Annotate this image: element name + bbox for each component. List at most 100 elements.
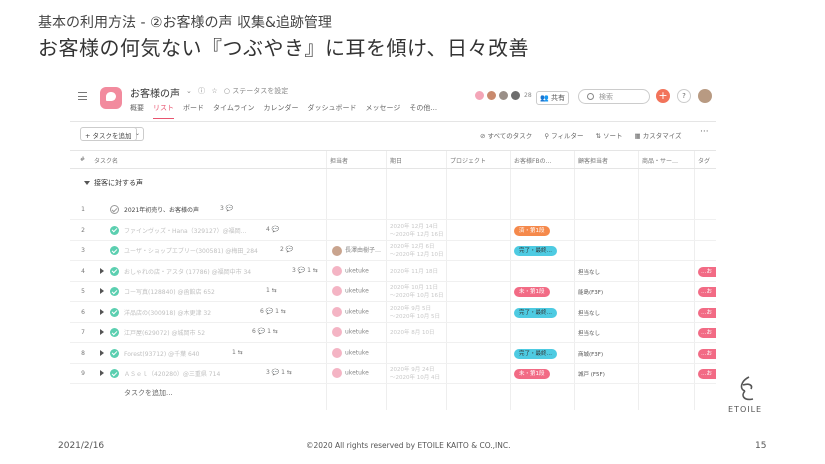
expand-subtasks-icon[interactable] bbox=[100, 329, 104, 335]
tab-timeline[interactable]: タイムライン bbox=[213, 103, 255, 119]
task-name[interactable]: ユーザ・ショップエブリー(300581) @梅田_284 bbox=[124, 246, 258, 255]
user-avatar[interactable] bbox=[698, 89, 712, 103]
due-date-cell[interactable]: 2020年 12月 6日 ～2020年 12月 10日 bbox=[390, 243, 444, 259]
feedback-status-badge[interactable]: 完了・最終… bbox=[514, 348, 558, 359]
due-date-cell[interactable]: 2020年 10月 11日 ～2020年 10月 16日 bbox=[390, 284, 444, 300]
col-product[interactable]: 商品・サー… bbox=[642, 156, 678, 165]
menu-icon[interactable] bbox=[78, 92, 87, 100]
tab-overview[interactable]: 概要 bbox=[130, 103, 144, 119]
expand-subtasks-icon[interactable] bbox=[100, 267, 104, 274]
due-date-cell[interactable]: 2020年 9月 24日 ～2020年 10月 4日 bbox=[390, 366, 440, 382]
due-date-cell[interactable]: 2020年 9月 5日 ～2020年 10月 5日 bbox=[390, 305, 440, 321]
cs-owner-cell[interactable]: 担当なし bbox=[578, 268, 600, 276]
tag-badge[interactable]: …お bbox=[698, 348, 716, 359]
tag-badge[interactable]: …お bbox=[698, 307, 716, 318]
feedback-status-badge[interactable]: 完了・最終… bbox=[514, 307, 558, 318]
all-tasks-filter[interactable]: ⊘ すべてのタスク bbox=[480, 130, 532, 140]
task-name[interactable]: ＡＳｅｌ（420280）@三重県 714 bbox=[124, 369, 220, 378]
tag-badge[interactable]: …お bbox=[698, 287, 716, 297]
customize-button[interactable]: ▦ カスタマイズ bbox=[635, 130, 682, 140]
cs-owner-cell[interactable]: 能島(F3F) bbox=[578, 288, 603, 296]
complete-checkbox-icon[interactable] bbox=[110, 307, 119, 317]
complete-checkbox-icon[interactable] bbox=[110, 369, 119, 378]
table-row[interactable]: 8 Forest(93712) @千葉 640 1 ⇆ uketuke 完了・最終… 商城… bbox=[70, 344, 716, 364]
add-task-dropdown[interactable]: ⌄ bbox=[132, 127, 144, 141]
assignee-cell[interactable]: uketuke bbox=[332, 306, 369, 317]
share-button[interactable]: 👥 共有 bbox=[536, 91, 569, 105]
task-name[interactable]: おしゃれの店・アスタ (17786) @福岡中市 34 bbox=[124, 267, 251, 276]
col-project[interactable]: プロジェクト bbox=[450, 156, 486, 165]
search-input[interactable]: 検索 bbox=[578, 89, 650, 104]
col-cs-owner[interactable]: 顧客担当者 bbox=[578, 156, 608, 165]
assignee-cell[interactable]: uketuke bbox=[332, 286, 369, 296]
add-task-button[interactable]: + タスクを追加 bbox=[80, 127, 137, 141]
help-button[interactable]: ? bbox=[677, 89, 691, 103]
feedback-status-badge[interactable]: 完了・最終… bbox=[514, 246, 558, 256]
due-date-cell[interactable]: 2020年 11月 18日 bbox=[390, 268, 438, 276]
feedback-status-badge[interactable]: 済・第1段 bbox=[514, 225, 550, 236]
table-row[interactable]: 7 江戸屋(629072) @城岡市 52 6 💬 1 ⇆ uketuke 2020年 … bbox=[70, 323, 716, 343]
collapse-icon[interactable] bbox=[84, 181, 90, 185]
tab-more[interactable]: その他... bbox=[409, 103, 437, 119]
feedback-status-badge[interactable]: 未・第1段 bbox=[514, 369, 550, 379]
cs-owner-cell[interactable]: 商城(F3F) bbox=[578, 350, 603, 358]
tab-dashboard[interactable]: ダッシュボード bbox=[308, 103, 357, 119]
table-row[interactable]: 3 ユーザ・ショップエブリー(300581) @梅田_284 2 💬 長澤由樹子… 20… bbox=[70, 241, 716, 261]
table-row[interactable]: 2 ファインヴッズ・Hana（329127）@福岡… 4 💬 2020年 12月 14… bbox=[70, 221, 716, 241]
cs-owner-cell[interactable]: 担当なし bbox=[578, 309, 600, 317]
assignee-cell[interactable]: uketuke bbox=[332, 327, 369, 337]
assignee-cell[interactable]: uketuke bbox=[332, 265, 369, 276]
complete-checkbox-icon[interactable] bbox=[110, 266, 119, 276]
task-name[interactable]: 洋品店の(300918) @木更津 32 bbox=[124, 308, 211, 317]
tag-badge[interactable]: …お bbox=[698, 266, 716, 277]
table-row[interactable]: 4 おしゃれの店・アスタ (17786) @福岡中市 34 3 💬 1 ⇆ uketu… bbox=[70, 262, 716, 282]
expand-subtasks-icon[interactable] bbox=[100, 288, 104, 294]
complete-checkbox-icon[interactable] bbox=[110, 246, 119, 255]
cs-owner-cell[interactable]: 城戸 (F5F) bbox=[578, 370, 605, 378]
tab-board[interactable]: ボード bbox=[183, 103, 204, 119]
table-row[interactable]: 9 ＡＳｅｌ（420280）@三重県 714 3 💬 1 ⇆ uketuke 2020年… bbox=[70, 364, 716, 384]
tag-badge[interactable]: …お bbox=[698, 369, 716, 379]
expand-subtasks-icon[interactable] bbox=[100, 370, 104, 376]
task-name[interactable]: ファインヴッズ・Hana（329127）@福岡… bbox=[124, 226, 247, 235]
task-name[interactable]: Forest(93712) @千葉 640 bbox=[124, 349, 199, 358]
task-name[interactable]: 江戸屋(629072) @城岡市 52 bbox=[124, 328, 205, 337]
tag-badge[interactable]: …お bbox=[698, 328, 716, 338]
expand-subtasks-icon[interactable] bbox=[100, 308, 104, 315]
feedback-status-badge[interactable]: 未・第1段 bbox=[514, 287, 550, 297]
assignee-cell[interactable]: 長澤由樹子… bbox=[332, 245, 381, 256]
tab-calendar[interactable]: カレンダー bbox=[264, 103, 299, 119]
task-name[interactable]: コー写真(128840) @函館店 652 bbox=[124, 287, 215, 296]
tab-list[interactable]: リスト bbox=[153, 103, 174, 119]
star-icon[interactable]: ☆ bbox=[211, 87, 217, 95]
add-task-row[interactable]: タスクを追加... bbox=[124, 388, 173, 398]
due-date-cell[interactable]: 2020年 12月 14日 ～2020年 12月 16日 bbox=[390, 223, 444, 239]
filter-button[interactable]: ⚲ フィルター bbox=[544, 130, 583, 140]
set-status-link[interactable]: ○ ステータスを設定 bbox=[224, 87, 288, 95]
project-title[interactable]: お客様の声 bbox=[130, 85, 180, 100]
complete-checkbox-icon[interactable] bbox=[110, 225, 119, 235]
complete-checkbox-icon[interactable] bbox=[110, 205, 119, 214]
task-name[interactable]: 2021年初売り、お客様の声 bbox=[124, 205, 199, 214]
complete-checkbox-icon[interactable] bbox=[110, 348, 119, 358]
assignee-cell[interactable]: uketuke bbox=[332, 368, 369, 378]
complete-checkbox-icon[interactable] bbox=[110, 287, 119, 296]
member-avatars[interactable]: 28 bbox=[474, 90, 532, 101]
table-row[interactable]: 5 コー写真(128840) @函館店 652 1 ⇆ uketuke 2020年 10… bbox=[70, 282, 716, 302]
chevron-down-icon[interactable]: ⌄ bbox=[186, 87, 192, 95]
expand-subtasks-icon[interactable] bbox=[100, 349, 104, 356]
more-options-icon[interactable]: ··· bbox=[700, 127, 709, 137]
due-date-cell[interactable]: 2020年 8月 10日 bbox=[390, 329, 435, 337]
table-row[interactable]: 6 洋品店の(300918) @木更津 32 6 💬 1 ⇆ uketuke 2020年… bbox=[70, 303, 716, 323]
quick-add-button[interactable]: + bbox=[656, 89, 670, 103]
col-due-date[interactable]: 期日 bbox=[390, 156, 402, 165]
table-row[interactable]: 1 2021年初売り、お客様の声 3 💬 bbox=[70, 200, 716, 220]
info-icon[interactable]: ⓘ bbox=[198, 87, 205, 95]
col-feedback[interactable]: お客様FBの… bbox=[514, 156, 552, 165]
cs-owner-cell[interactable]: 担当なし bbox=[578, 329, 600, 337]
assignee-cell[interactable]: uketuke bbox=[332, 347, 369, 358]
sort-button[interactable]: ⇅ ソート bbox=[596, 130, 623, 140]
col-assignee[interactable]: 担当者 bbox=[330, 156, 348, 165]
tab-messages[interactable]: メッセージ bbox=[366, 103, 401, 119]
col-tag[interactable]: タグ bbox=[698, 156, 710, 165]
